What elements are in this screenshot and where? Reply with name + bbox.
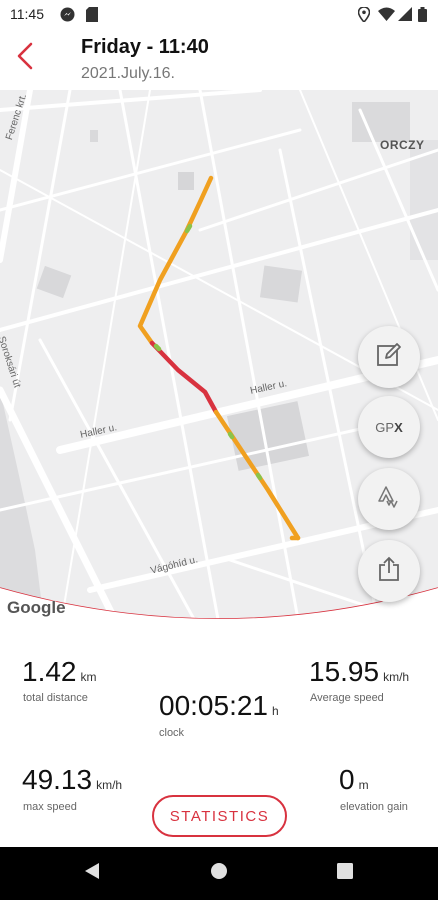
system-nav-bar <box>0 847 438 900</box>
share-icon <box>377 556 401 587</box>
page-title: Friday - 11:40 <box>81 36 209 58</box>
chevron-left-icon <box>15 41 35 76</box>
nav-back-button[interactable] <box>62 847 122 900</box>
back-button[interactable] <box>8 38 42 78</box>
total-distance-value: 1.42 km <box>22 656 97 687</box>
google-attribution: Google <box>7 598 66 617</box>
home-icon <box>210 862 228 885</box>
statistics-button[interactable]: STATISTICS <box>152 795 287 837</box>
status-bar: 11:45 <box>0 0 438 28</box>
gpx-label: GPX <box>375 419 403 435</box>
wifi-icon <box>378 7 395 26</box>
district-label-orczy: ORCZY <box>380 138 425 152</box>
elevation-gain-value: 0m <box>339 764 369 795</box>
elevation-gain-label: elevation gain <box>340 801 408 813</box>
page-subtitle: 2021.July.16. <box>81 65 175 82</box>
clock-value: 00:05:21 h <box>159 690 279 721</box>
nav-home-button[interactable] <box>189 847 249 900</box>
edit-icon <box>376 342 402 373</box>
header: Friday - 11:40 2021.July.16. <box>0 28 438 90</box>
nav-recents-button[interactable] <box>315 847 375 900</box>
location-icon <box>357 6 371 27</box>
edit-button[interactable] <box>358 326 420 388</box>
max-speed-label: max speed <box>23 801 77 813</box>
messenger-icon <box>60 7 75 27</box>
share-button[interactable] <box>358 540 420 602</box>
clock-label: clock <box>159 727 185 739</box>
average-speed-value: 15.95 km/h <box>309 656 410 687</box>
strava-button[interactable] <box>358 468 420 530</box>
back-icon <box>84 862 100 885</box>
sd-card-icon <box>86 7 98 27</box>
status-time: 11:45 <box>10 6 44 22</box>
strava-icon <box>377 485 401 514</box>
max-speed-value: 49.13 km/h <box>22 764 123 795</box>
total-distance-label: total distance <box>23 692 88 704</box>
battery-icon <box>418 7 427 27</box>
signal-icon <box>398 7 412 26</box>
gpx-export-button[interactable]: GPX <box>358 396 420 458</box>
map-view[interactable]: Ferenc krt. ORCZY Soroksári út Haller u.… <box>0 90 438 630</box>
stats-panel: 1.42 km total distance 15.95 km/h Average … <box>0 630 438 847</box>
average-speed-label: Average speed <box>310 692 384 704</box>
recents-icon <box>337 863 353 884</box>
